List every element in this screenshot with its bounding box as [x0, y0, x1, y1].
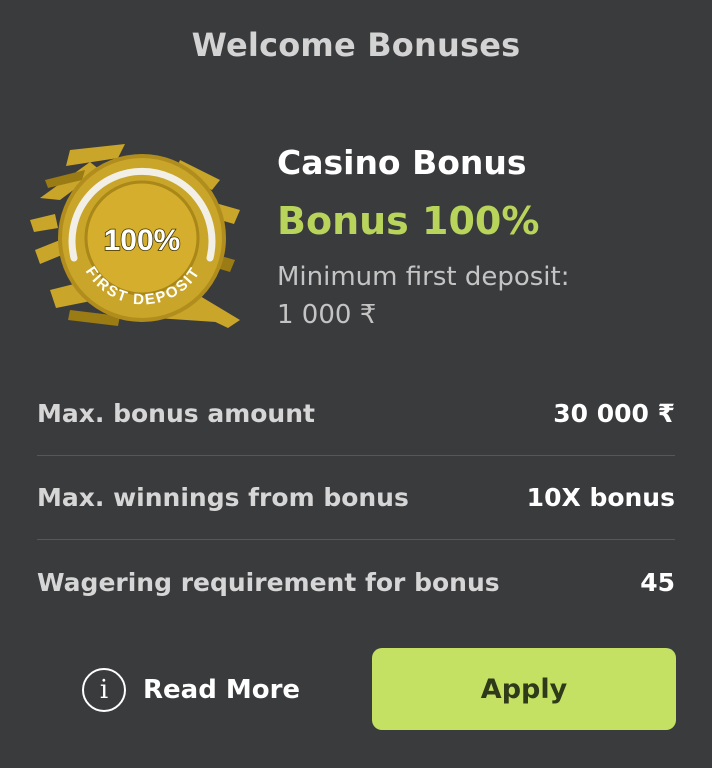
badge-percent: 100% [104, 224, 181, 257]
min-deposit-label: Minimum first deposit: [277, 262, 570, 292]
detail-value: 30 000 ₹ [553, 399, 675, 428]
info-icon: i [82, 668, 126, 712]
read-more-label: Read More [143, 675, 301, 705]
min-deposit-value: 1 000 ₹ [277, 300, 377, 330]
detail-row-max-winnings: Max. winnings from bonus 10X bonus [37, 456, 675, 540]
detail-value: 45 [640, 567, 675, 597]
detail-row-max-bonus: Max. bonus amount 30 000 ₹ [37, 372, 675, 456]
detail-value: 10X bonus [526, 483, 675, 512]
bonus-details: Max. bonus amount 30 000 ₹ Max. winnings… [37, 372, 675, 624]
read-more-link[interactable]: i Read More [82, 666, 300, 714]
bonus-info: Casino Bonus Bonus 100% Minimum first de… [277, 142, 697, 334]
first-deposit-badge: 100% FIRST DEPOSIT [30, 144, 240, 328]
detail-label: Max. winnings from bonus [37, 483, 409, 512]
apply-button[interactable]: Apply [372, 648, 676, 730]
page-title: Welcome Bonuses [191, 26, 521, 64]
detail-label: Wagering requirement for bonus [37, 567, 500, 597]
detail-row-wagering: Wagering requirement for bonus 45 [37, 540, 675, 624]
bonus-percent: Bonus 100% [277, 199, 540, 243]
detail-label: Max. bonus amount [37, 399, 315, 428]
min-deposit: Minimum first deposit: 1 000 ₹ [277, 258, 697, 334]
bonus-name: Casino Bonus [277, 143, 527, 182]
